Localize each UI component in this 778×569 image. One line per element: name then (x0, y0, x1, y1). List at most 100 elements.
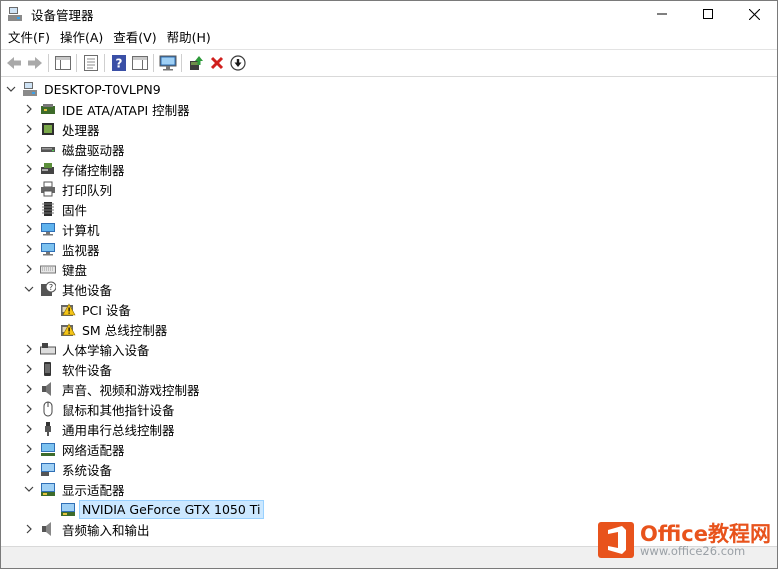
toolbar-separator (153, 54, 154, 72)
properties-button[interactable] (80, 53, 101, 73)
show-hide-tree-icon (54, 56, 71, 70)
toolbar-separator (104, 54, 105, 72)
show-hide-tree-button[interactable] (52, 53, 73, 73)
tree-category[interactable]: 鼠标和其他指针设备 (1, 399, 777, 419)
scan-hardware-button[interactable] (157, 53, 178, 73)
software-device-icon (39, 361, 56, 377)
tree-category[interactable]: 声音、视频和游戏控制器 (1, 379, 777, 399)
tree-category[interactable]: 通用串行总线控制器 (1, 419, 777, 439)
show-actions-button[interactable] (129, 53, 150, 73)
tree-root[interactable]: DESKTOP-T0VLPN9 (1, 79, 777, 99)
tree-device[interactable]: SM 总线控制器 (1, 319, 777, 339)
toolbar-separator (76, 54, 77, 72)
tree-device-label: SM 总线控制器 (82, 322, 168, 338)
watermark: Office教程网 www.office26.com (598, 522, 771, 558)
back-button[interactable] (3, 53, 24, 73)
toolbar-separator (48, 54, 49, 72)
tree-device[interactable]: NVIDIA GeForce GTX 1050 Ti (1, 499, 777, 519)
show-actions-icon (131, 56, 148, 70)
toolbar-separator (181, 54, 182, 72)
update-driver-button[interactable] (185, 53, 206, 73)
tree-category[interactable]: 显示适配器 (1, 479, 777, 499)
chevron-right-icon[interactable] (23, 403, 35, 415)
tree-category[interactable]: 磁盘驱动器 (1, 139, 777, 159)
install-driver-button[interactable] (227, 53, 248, 73)
tree-category[interactable]: 打印队列 (1, 179, 777, 199)
tree-category[interactable]: 网络适配器 (1, 439, 777, 459)
chevron-right-icon[interactable] (23, 443, 35, 455)
tree-device[interactable]: PCI 设备 (1, 299, 777, 319)
tree-category[interactable]: 键盘 (1, 259, 777, 279)
tree-category[interactable]: 计算机 (1, 219, 777, 239)
chevron-down-icon[interactable] (23, 483, 35, 495)
mouse-icon (39, 401, 56, 417)
chevron-right-icon[interactable] (23, 223, 35, 235)
window-controls (639, 1, 777, 27)
chevron-right-icon[interactable] (23, 343, 35, 355)
window-title: 设备管理器 (31, 7, 94, 23)
chevron-right-icon[interactable] (23, 423, 35, 435)
chevron-right-icon[interactable] (23, 143, 35, 155)
update-driver-icon (189, 56, 203, 70)
tree-category[interactable]: IDE ATA/ATAPI 控制器 (1, 99, 777, 119)
tree-category[interactable]: 处理器 (1, 119, 777, 139)
tree-category-label: 监视器 (62, 242, 100, 258)
maximize-button[interactable] (685, 1, 731, 27)
menu-bar: 文件(F) 操作(A) 查看(V) 帮助(H) (1, 27, 777, 49)
chevron-right-icon[interactable] (23, 263, 35, 275)
chevron-right-icon[interactable] (23, 383, 35, 395)
tree-category-label: 其他设备 (62, 282, 113, 298)
menu-action[interactable]: 操作(A) (55, 27, 108, 49)
chevron-down-icon[interactable] (5, 83, 17, 95)
watermark-url: www.office26.com (640, 543, 746, 558)
chevron-right-icon[interactable] (23, 463, 35, 475)
install-driver-icon (229, 55, 246, 71)
chevron-right-icon[interactable] (23, 203, 35, 215)
chevron-right-icon[interactable] (23, 123, 35, 135)
menu-help[interactable]: 帮助(H) (162, 27, 216, 49)
chevron-right-icon[interactable] (23, 243, 35, 255)
tree-category[interactable]: 软件设备 (1, 359, 777, 379)
tree-category-label: 存储控制器 (62, 162, 125, 178)
chevron-right-icon[interactable] (23, 183, 35, 195)
tree-category-label: 人体学输入设备 (62, 342, 150, 358)
disk-drive-icon (39, 141, 56, 157)
tree-category-label: 键盘 (62, 262, 88, 278)
monitor-icon (159, 55, 176, 71)
tree-category[interactable]: 存储控制器 (1, 159, 777, 179)
uninstall-device-button[interactable] (206, 53, 227, 73)
computer-name: DESKTOP-T0VLPN9 (44, 81, 161, 97)
tree-device-label: PCI 设备 (82, 302, 131, 318)
chevron-right-icon[interactable] (23, 163, 35, 175)
device-manager-window: 设备管理器 文件(F) 操作(A) 查看(V) 帮助(H) ? DESKTOP-… (0, 0, 778, 569)
tree-category[interactable]: 系统设备 (1, 459, 777, 479)
chevron-right-icon[interactable] (23, 103, 35, 115)
network-adapter-icon (39, 441, 56, 457)
tree-category[interactable]: 人体学输入设备 (1, 339, 777, 359)
forward-button[interactable] (24, 53, 45, 73)
tree-category-label: 磁盘驱动器 (62, 142, 125, 158)
title-bar: 设备管理器 (1, 1, 777, 27)
chevron-right-icon[interactable] (23, 523, 35, 535)
chevron-down-icon[interactable] (23, 283, 35, 295)
device-manager-app-icon (7, 6, 23, 22)
usb-icon (39, 421, 56, 437)
tree-category[interactable]: ? 其他设备 (1, 279, 777, 299)
help-button[interactable]: ? (108, 53, 129, 73)
tree-category-label: 音频输入和输出 (62, 522, 150, 538)
tree-category[interactable]: 固件 (1, 199, 777, 219)
tree-category-label: IDE ATA/ATAPI 控制器 (62, 102, 190, 118)
help-icon: ? (111, 55, 126, 71)
chevron-right-icon[interactable] (23, 363, 35, 375)
monitor-icon (39, 241, 56, 257)
close-icon (748, 8, 760, 20)
menu-view[interactable]: 查看(V) (108, 27, 161, 49)
hid-icon (39, 341, 56, 357)
computer-tower-icon (21, 81, 38, 97)
minimize-button[interactable] (639, 1, 685, 27)
menu-file[interactable]: 文件(F) (3, 27, 55, 49)
close-button[interactable] (731, 1, 777, 27)
svg-text:?: ? (48, 283, 52, 292)
tree-category[interactable]: 监视器 (1, 239, 777, 259)
firmware-icon (39, 201, 56, 217)
